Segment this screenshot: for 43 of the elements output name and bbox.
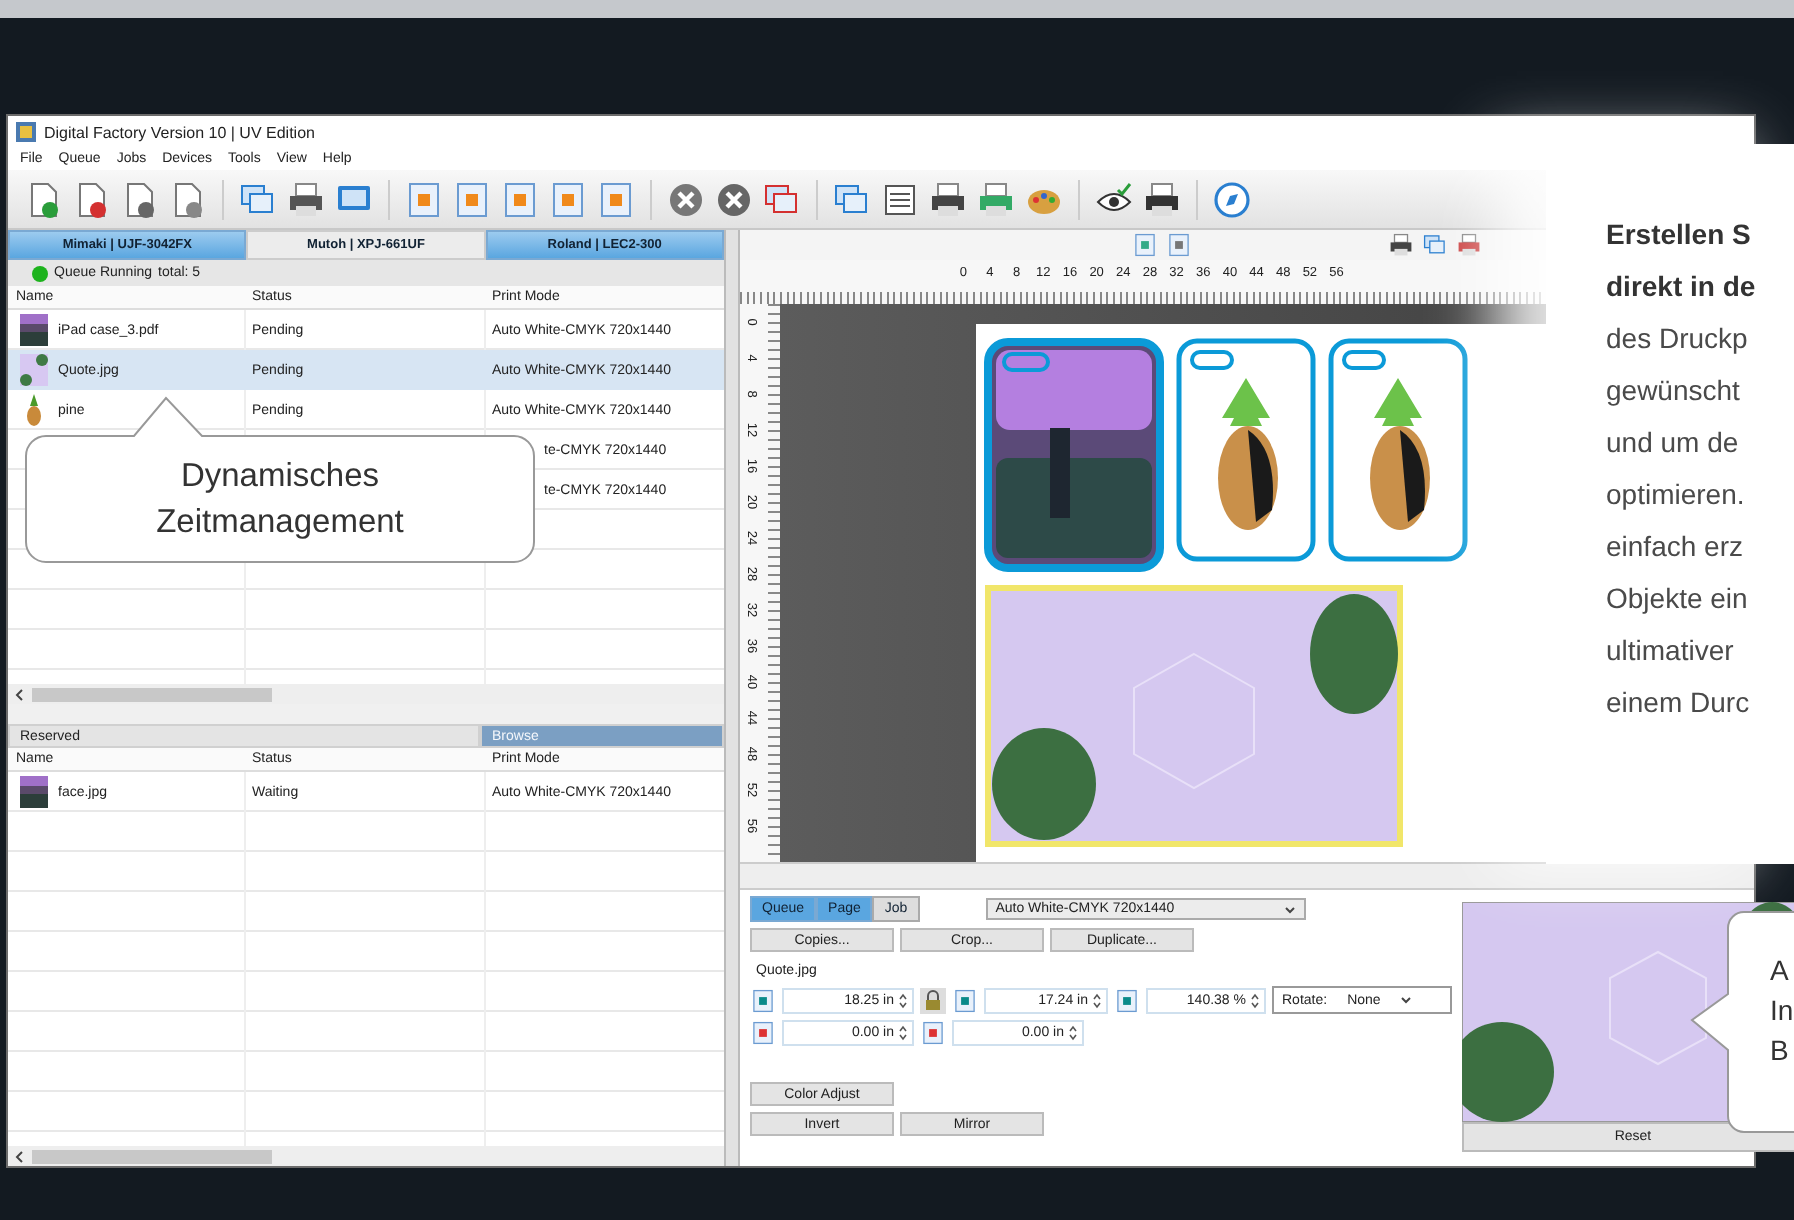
printer-icon[interactable] [928,179,968,219]
spinner-icon[interactable] [1092,991,1102,1009]
chevron-down-icon[interactable] [1400,994,1413,1006]
spinner-icon[interactable] [1068,1024,1078,1042]
callout-text: Dynamisches Zeitmanagement [154,456,406,544]
stack-icon[interactable] [238,179,278,219]
printer-icon[interactable] [1388,232,1414,258]
stack-icon[interactable] [832,179,872,219]
text-line: einfach erz [1606,528,1745,566]
stack-icon[interactable] [1422,232,1448,258]
photo-thumbnail [20,776,48,808]
text-line: optimieren. [1606,476,1747,514]
text-line: direkt in de [1606,268,1758,306]
horizontal-scrollbar[interactable] [740,862,1754,888]
printer-icon[interactable] [1142,179,1182,219]
scrollbar-thumb[interactable] [32,1149,272,1163]
text-line: Objekte ein [1606,580,1750,618]
callout-text: In [1770,992,1794,1030]
text-line: des Druckp [1606,320,1750,358]
text-line: Erstellen S [1606,216,1753,254]
chevron-down-icon[interactable] [1283,903,1296,915]
poster-thumbnail [20,354,48,386]
text-line: gewünscht [1606,372,1742,410]
list-icon[interactable] [880,179,920,219]
text-line: einem Durc [1606,684,1752,722]
scroll-left-icon[interactable] [14,687,24,701]
spinner-icon[interactable] [898,1024,908,1042]
callout-text: B [1770,1032,1791,1070]
callout-text: A [1770,952,1791,990]
scrollbar-thumb[interactable] [32,687,272,701]
lock-icon[interactable] [920,987,946,1013]
scroll-left-icon[interactable] [14,1149,24,1163]
spinner-icon[interactable] [1250,991,1260,1009]
spinner-icon[interactable] [898,991,908,1009]
stack-remove-icon[interactable] [762,179,802,219]
printer-icon[interactable] [286,179,326,219]
app-icon [16,122,36,142]
compass-icon[interactable] [1212,179,1252,219]
cancel-icon[interactable] [714,179,754,219]
text-line: ultimativer [1606,632,1736,670]
window-title: Digital Factory Version 10 | UV Edition [44,123,315,141]
photo-thumbnail [20,314,48,346]
text-line: und um de [1606,424,1741,462]
